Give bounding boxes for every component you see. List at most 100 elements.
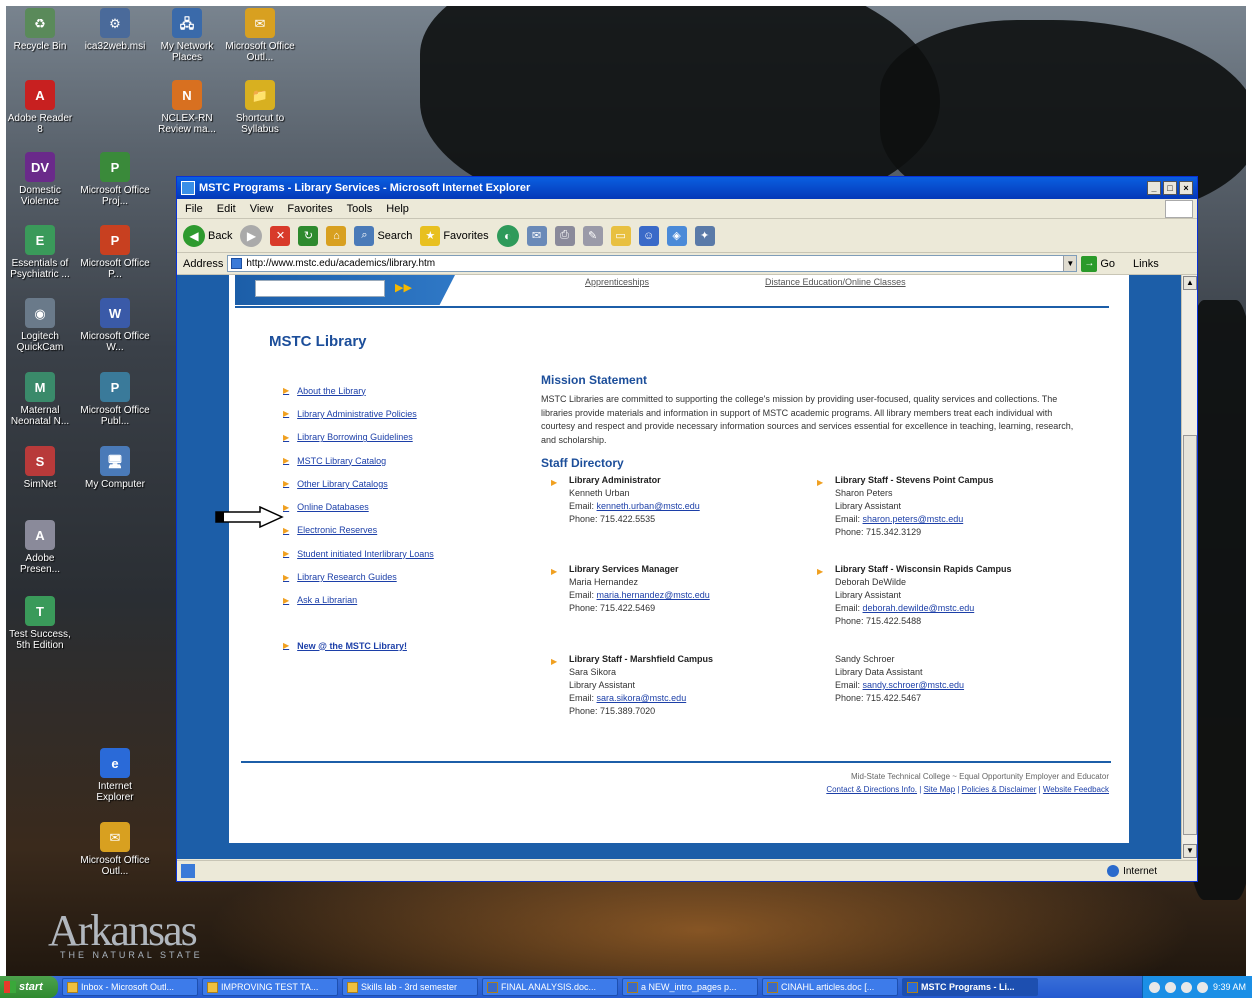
scroll-down-icon[interactable]: ▼	[1183, 844, 1197, 858]
menu-help[interactable]: Help	[386, 203, 409, 215]
title-bar[interactable]: MSTC Programs - Library Services - Micro…	[177, 177, 1197, 199]
forward-button[interactable]: ▶	[240, 224, 263, 247]
nav-link-distance-education[interactable]: Distance Education/Online Classes	[765, 277, 906, 287]
messenger-icon[interactable]	[1196, 981, 1208, 993]
desktop-icon[interactable]: 🖧 My Network Places	[152, 8, 222, 63]
address-input[interactable]: http://www.mstc.edu/academics/library.ht…	[227, 255, 1078, 272]
desktop-icon[interactable]: P Microsoft Office Publ...	[80, 372, 150, 427]
search-go-icon[interactable]: ▶▶	[395, 281, 412, 294]
network-icon[interactable]	[1164, 981, 1176, 993]
minimize-button[interactable]: _	[1147, 181, 1161, 195]
folder-icon[interactable]: ▭	[610, 225, 631, 246]
desktop-icon[interactable]: E Essentials of Psychiatric ...	[5, 225, 75, 280]
go-button[interactable]: → Go	[1081, 255, 1115, 272]
desktop-icon[interactable]: P Microsoft Office Proj...	[80, 152, 150, 207]
desktop-icon[interactable]: N NCLEX-RN Review ma...	[152, 80, 222, 135]
desktop-icon[interactable]: S SimNet	[5, 446, 75, 490]
footer-divider	[241, 761, 1111, 763]
footer-link-policies[interactable]: Policies & Disclaimer	[962, 785, 1037, 794]
desktop-icon[interactable]: ♻ Recycle Bin	[5, 8, 75, 52]
task-mstc-programs[interactable]: MSTC Programs - Li...	[902, 978, 1038, 996]
menu-favorites[interactable]: Favorites	[287, 203, 332, 215]
desktop-icon[interactable]: ⚙ ica32web.msi	[80, 8, 150, 52]
sidebar-item-online-databases[interactable]: ▶ Online Databases	[283, 495, 513, 518]
sidebar-item-ask-librarian[interactable]: ▶ Ask a Librarian	[283, 589, 513, 612]
desktop-icon[interactable]: ◉ Logitech QuickCam	[5, 298, 75, 353]
help-icon[interactable]	[1148, 981, 1160, 993]
desktop-icon[interactable]: 📁 Shortcut to Syllabus	[225, 80, 295, 135]
scroll-up-icon[interactable]: ▲	[1183, 276, 1197, 290]
sidebar-item-electronic-reserves[interactable]: ▶ Electronic Reserves	[283, 519, 513, 542]
staff-entry: Sandy Schroer Library Data Assistant Ema…	[835, 653, 964, 705]
wallpaper-tagline: THE NATURAL STATE	[60, 950, 203, 960]
staff-email-link[interactable]: deborah.dewilde@mstc.edu	[863, 603, 975, 613]
links-button[interactable]: Links	[1133, 258, 1159, 270]
edit-icon[interactable]: ✎	[582, 225, 603, 246]
task-skills-lab[interactable]: Skills lab - 3rd semester	[342, 978, 478, 996]
research-icon[interactable]: ◈	[666, 225, 687, 246]
desktop-icon-label: My Computer	[84, 479, 145, 490]
search-button[interactable]: ⌕ Search	[354, 225, 412, 246]
staff-role: Library Services Manager	[569, 564, 679, 574]
desktop-icon[interactable]: ✉ Microsoft Office Outl...	[225, 8, 295, 63]
sidebar-item-about[interactable]: ▶ About the Library	[283, 379, 513, 402]
desktop-icon-glyph: P	[100, 225, 130, 255]
sidebar-item-new[interactable]: ▶ New @ the MSTC Library!	[283, 634, 513, 657]
sidebar-item-research-guides[interactable]: ▶ Library Research Guides	[283, 565, 513, 588]
task-outlook[interactable]: Inbox - Microsoft Outl...	[62, 978, 198, 996]
menu-file[interactable]: File	[185, 203, 203, 215]
media-icon[interactable]: ◐	[496, 224, 519, 247]
sidebar-item-interlibrary-loans[interactable]: ▶ Student initiated Interlibrary Loans	[283, 542, 513, 565]
vertical-scrollbar[interactable]: ▲ ▼	[1181, 275, 1197, 859]
address-dropdown-icon[interactable]: ▼	[1063, 256, 1077, 271]
mail-icon[interactable]: ✉	[526, 225, 547, 246]
task-cinahl[interactable]: CINAHL articles.doc [...	[762, 978, 898, 996]
desktop-icon[interactable]: W Microsoft Office W...	[80, 298, 150, 353]
ie-window-icon	[181, 181, 195, 195]
nav-link-apprenticeships[interactable]: Apprenticeships	[585, 277, 649, 287]
email-label: Email:	[569, 590, 595, 600]
staff-email-link[interactable]: maria.hernandez@mstc.edu	[597, 590, 710, 600]
desktop-icon[interactable]: ✉ Microsoft Office Outl...	[80, 822, 150, 877]
desktop-icon[interactable]: T Test Success, 5th Edition	[5, 596, 75, 651]
footer-link-contact[interactable]: Contact & Directions Info.	[826, 785, 917, 794]
site-search-input[interactable]	[255, 280, 385, 297]
menu-tools[interactable]: Tools	[347, 203, 373, 215]
desktop-icon[interactable]: 🖥 My Computer	[80, 446, 150, 490]
staff-email-link[interactable]: sara.sikora@mstc.edu	[597, 693, 687, 703]
sidebar-item-other-catalogs[interactable]: ▶ Other Library Catalogs	[283, 472, 513, 495]
close-button[interactable]: ×	[1179, 181, 1193, 195]
refresh-icon[interactable]: ↻	[298, 225, 319, 246]
start-button[interactable]: start	[0, 976, 58, 998]
staff-email-link[interactable]: sharon.peters@mstc.edu	[863, 514, 964, 524]
staff-email-link[interactable]: sandy.schroer@mstc.edu	[863, 680, 965, 690]
tools-icon[interactable]: ✦	[694, 225, 715, 246]
footer-link-site-map[interactable]: Site Map	[924, 785, 956, 794]
favorites-button[interactable]: ★ Favorites	[420, 225, 489, 246]
maximize-button[interactable]: □	[1163, 181, 1177, 195]
desktop-icon[interactable]: DV Domestic Violence	[5, 152, 75, 207]
volume-icon[interactable]	[1180, 981, 1192, 993]
menu-edit[interactable]: Edit	[217, 203, 236, 215]
sidebar-item-catalog[interactable]: ▶ MSTC Library Catalog	[283, 449, 513, 472]
sidebar-item-borrowing[interactable]: ▶ Library Borrowing Guidelines	[283, 426, 513, 449]
menu-view[interactable]: View	[250, 203, 274, 215]
task-improving-test[interactable]: IMPROVING TEST TA...	[202, 978, 338, 996]
footer-link-feedback[interactable]: Website Feedback	[1043, 785, 1109, 794]
sidebar-item-policies[interactable]: ▶ Library Administrative Policies	[283, 402, 513, 425]
desktop-icon[interactable]: A Adobe Reader 8	[5, 80, 75, 135]
task-final-analysis[interactable]: FINAL ANALYSIS.doc...	[482, 978, 618, 996]
desktop-icon[interactable]: M Maternal Neonatal N...	[5, 372, 75, 427]
home-icon[interactable]: ⌂	[326, 225, 347, 246]
staff-email-link[interactable]: kenneth.urban@mstc.edu	[597, 501, 700, 511]
stop-icon[interactable]: ✕	[270, 225, 291, 246]
messenger-icon[interactable]: ☺	[638, 225, 659, 246]
task-intro-pages[interactable]: a NEW_intro_pages p...	[622, 978, 758, 996]
back-button[interactable]: ◀ Back	[183, 224, 232, 247]
desktop-icon-label: Adobe Reader 8	[7, 113, 73, 135]
desktop-icon[interactable]: e Internet Explorer	[80, 748, 150, 803]
scroll-thumb[interactable]	[1183, 435, 1197, 835]
desktop-icon[interactable]: A Adobe Presen...	[5, 520, 75, 575]
desktop-icon[interactable]: P Microsoft Office P...	[80, 225, 150, 280]
print-icon[interactable]: ⎙	[554, 225, 575, 246]
